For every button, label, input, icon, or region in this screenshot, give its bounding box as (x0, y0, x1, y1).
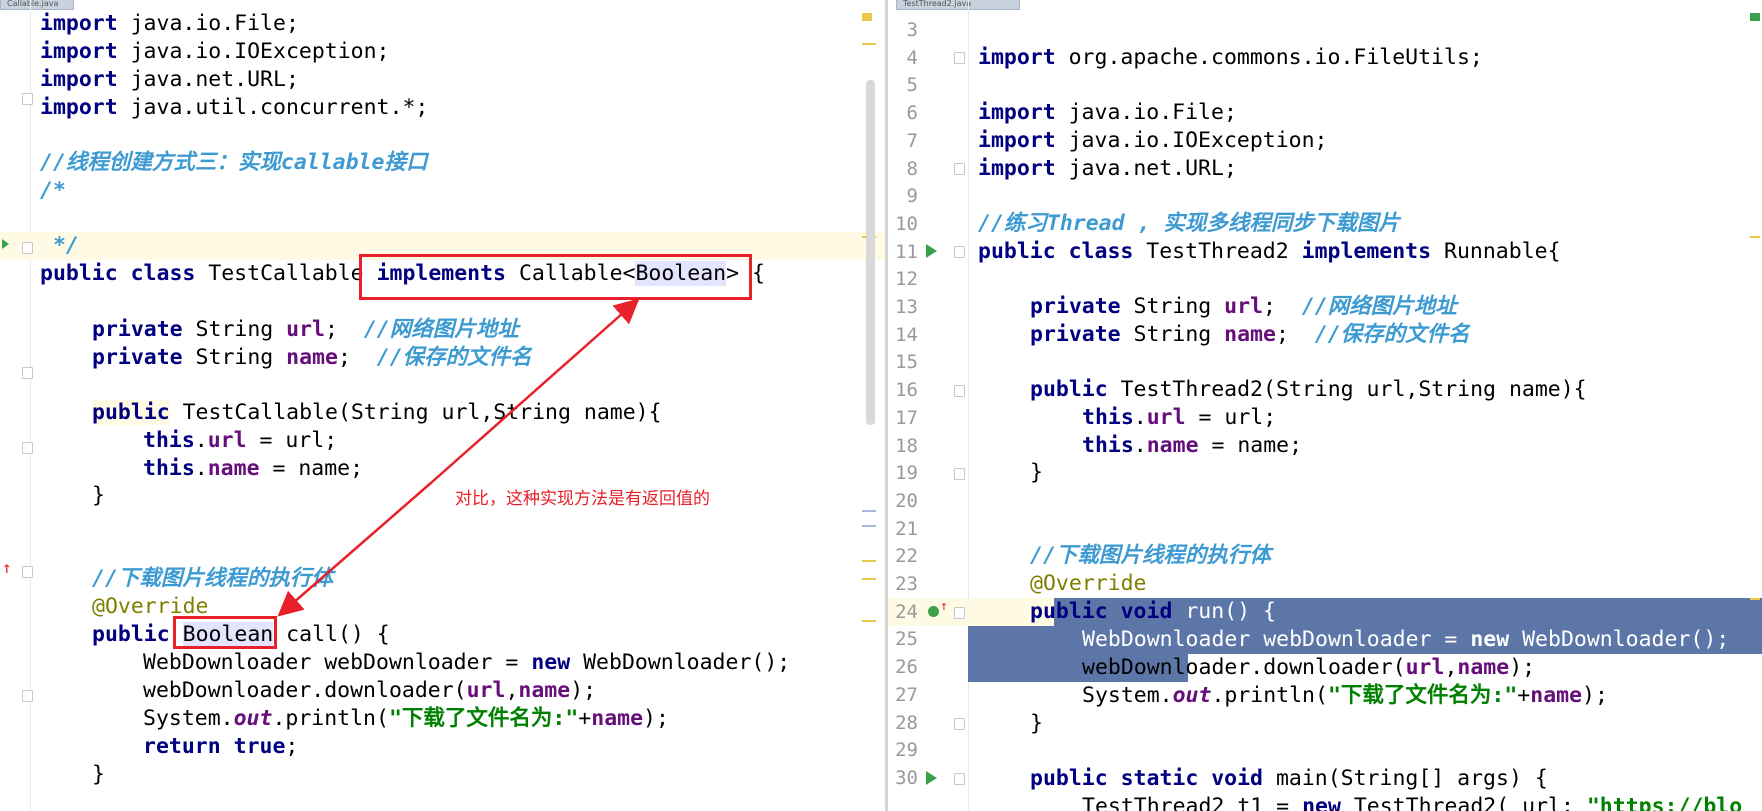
code-line: } (1030, 711, 1043, 736)
code-line: import java.io.File; (978, 100, 1237, 125)
line-number: 24 (895, 600, 918, 623)
code-line: import java.io.IOException; (978, 128, 1328, 153)
callout-arrow-icon (277, 298, 640, 617)
line-number: 20 (895, 489, 918, 512)
left-editor-pane[interactable]: Callable.java ↑ import java.io.File; imp… (0, 0, 885, 811)
fold-marker-icon[interactable] (954, 718, 965, 730)
code-line: public TestThread2(String url,String nam… (1030, 377, 1587, 402)
line-number: 26 (895, 656, 918, 679)
override-up-arrow-icon[interactable]: ↑ (940, 600, 948, 613)
code-comment: //下载图片线程的执行体 (1030, 543, 1271, 568)
fold-marker-icon[interactable] (954, 773, 965, 785)
implements-method-icon[interactable] (928, 606, 939, 617)
right-editor-pane[interactable]: TestThread2.java 3 4 5 6 7 8 9 10 11 12 13 14 15 16 17… (888, 0, 1762, 811)
line-number: 28 (895, 711, 918, 734)
code-line: private String name; //保存的文件名 (1030, 322, 1470, 347)
fold-marker-icon[interactable] (954, 52, 965, 64)
right-gutter-divider (968, 0, 969, 811)
line-number: 25 (895, 628, 918, 651)
line-number: 14 (895, 323, 918, 346)
line-number: 7 (906, 129, 918, 152)
annotation-note: 对比，这种实现方法是有返回值的 (455, 489, 710, 509)
code-line: private String url; //网络图片地址 (1030, 294, 1457, 319)
line-number: 13 (895, 296, 918, 318)
line-number: 22 (895, 545, 918, 568)
line-number: 19 (895, 462, 918, 485)
code-line: import org.apache.commons.io.FileUtils; (978, 45, 1483, 70)
line-number: 4 (906, 46, 918, 69)
fold-marker-icon[interactable] (954, 246, 965, 258)
run-class-icon[interactable] (926, 244, 937, 258)
override-annotation: @Override (1030, 571, 1147, 596)
code-line: public static void main(String[] args) { (1030, 766, 1548, 791)
line-number: 8 (906, 157, 918, 180)
fold-marker-icon[interactable] (954, 468, 965, 480)
code-line: this.url = url; (1082, 405, 1277, 430)
code-line: this.name = name; (1082, 433, 1303, 458)
line-number: 15 (895, 351, 918, 374)
scroll-mark[interactable] (1750, 598, 1760, 600)
ok-status-icon[interactable] (1750, 13, 1760, 21)
line-number: 10 (895, 212, 918, 235)
code-line: System.out.println("下载了文件名为:"+name); (1082, 683, 1608, 708)
code-line: public class TestThread2 implements Runn… (978, 239, 1561, 264)
code-comment: //练习Thread , 实现多线程同步下载图片 (978, 211, 1400, 236)
line-number: 12 (895, 268, 918, 291)
line-number: 5 (906, 74, 918, 97)
line-number: 30 (895, 766, 918, 789)
line-number: 6 (906, 102, 918, 125)
line-number: 17 (895, 406, 918, 429)
line-number: 21 (895, 517, 918, 540)
fold-marker-icon[interactable] (954, 607, 965, 619)
fold-marker-icon[interactable] (954, 385, 965, 397)
line-number: 16 (895, 379, 918, 402)
code-line: TestThread2 t1 = new TestThread2( url: "… (1082, 794, 1743, 811)
code-line-selected: WebDownloader webDownloader = new WebDow… (1082, 627, 1730, 652)
code-line: } (1030, 460, 1043, 485)
code-line: public void run() { (1030, 599, 1276, 624)
line-number: 27 (895, 683, 918, 706)
code-line: webDownloader.downloader(url,name); (1082, 655, 1536, 680)
right-file-tab[interactable]: TestThread2.java (896, 0, 1020, 10)
scroll-mark[interactable] (1750, 236, 1760, 238)
line-number: 9 (906, 185, 918, 208)
run-main-icon[interactable] (926, 771, 937, 785)
line-number: 11 (895, 240, 918, 263)
line-number: 3 (906, 19, 918, 41)
line-number: 29 (895, 739, 918, 762)
line-number: 18 (895, 434, 918, 457)
code-line: import java.net.URL; (978, 156, 1237, 181)
line-number: 23 (895, 573, 918, 595)
fold-marker-icon[interactable] (954, 163, 965, 175)
